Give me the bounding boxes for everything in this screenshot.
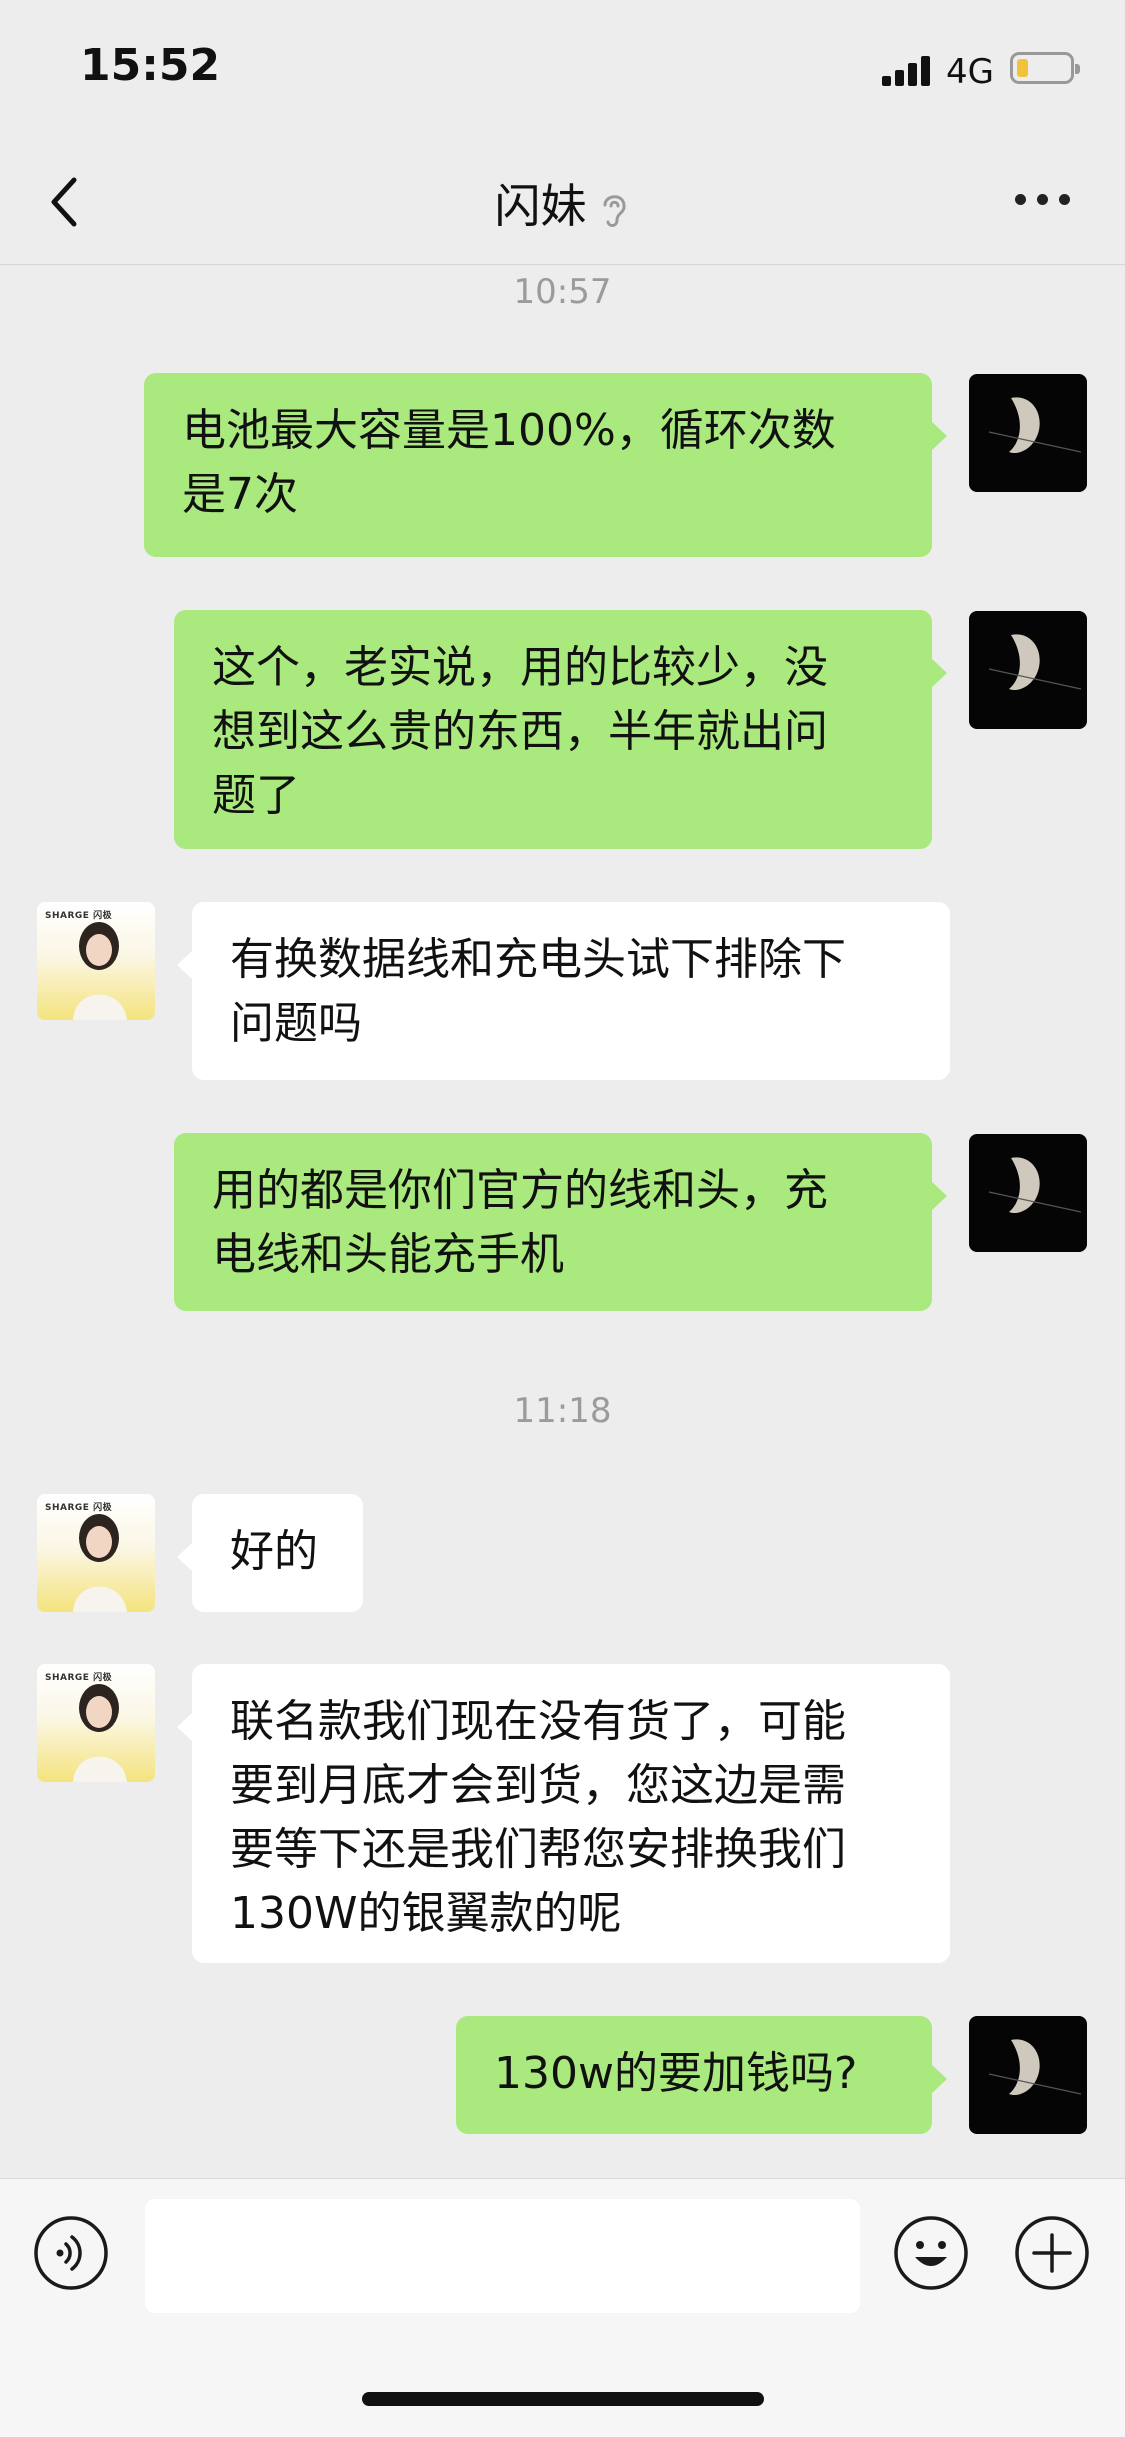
voice-icon bbox=[34, 2216, 108, 2290]
message-bubble-received[interactable]: 有换数据线和充电头试下排除下 问题吗 bbox=[177, 902, 950, 1080]
moon-avatar-image bbox=[988, 2039, 1082, 2096]
message-line: 要到月底才会到货，您这边是需 bbox=[230, 1760, 846, 1811]
timestamp: 10:57 bbox=[513, 272, 612, 312]
message-line: 电池最大容量是100%，循环次数 bbox=[182, 405, 836, 456]
message-bubble-received[interactable]: 联名款我们现在没有货了，可能 要到月底才会到货，您这边是需 要等下还是我们帮您安… bbox=[177, 1664, 950, 1963]
message-line: 130w的要加钱吗? bbox=[494, 2048, 858, 2099]
battery-level-fill bbox=[1017, 59, 1028, 77]
plus-icon bbox=[1015, 2216, 1089, 2290]
avatar-brand-text: SHARGE 闪极 bbox=[45, 1503, 113, 1513]
status-bar: 15:52 4G bbox=[0, 0, 1125, 140]
my-avatar[interactable] bbox=[969, 2016, 1087, 2134]
chat-title-wrap: 闪妹 bbox=[0, 170, 1125, 236]
message-line: 想到这么贵的东西，半年就出问 bbox=[212, 706, 828, 757]
message-input[interactable] bbox=[145, 2199, 860, 2313]
chat-header: 闪妹 bbox=[0, 140, 1125, 265]
my-avatar[interactable] bbox=[969, 611, 1087, 729]
ear-icon bbox=[603, 194, 626, 227]
message-bubble-sent[interactable]: 用的都是你们官方的线和头，充 电线和头能充手机 bbox=[174, 1133, 947, 1311]
message-line: 电线和头能充手机 bbox=[212, 1229, 564, 1280]
moon-avatar-image bbox=[988, 1157, 1082, 1214]
my-avatar[interactable] bbox=[969, 1134, 1087, 1252]
avatar-brand-text: SHARGE 闪极 bbox=[45, 1673, 113, 1683]
message-line: 问题吗 bbox=[230, 998, 362, 1049]
emoji-icon bbox=[894, 2216, 968, 2290]
message-line: 题了 bbox=[212, 770, 300, 821]
avatar-brand-text: SHARGE 闪极 bbox=[45, 911, 113, 921]
message-line: 有换数据线和充电头试下排除下 bbox=[230, 934, 846, 985]
chat-title: 闪妹 bbox=[494, 179, 587, 233]
contact-avatar[interactable]: SHARGE 闪极 bbox=[37, 902, 155, 1020]
signal-icon bbox=[882, 56, 934, 86]
message-line: 用的都是你们官方的线和头，充 bbox=[212, 1165, 828, 1216]
my-avatar[interactable] bbox=[969, 374, 1087, 492]
message-bubble-sent[interactable]: 130w的要加钱吗? bbox=[456, 2016, 947, 2134]
contact-avatar[interactable]: SHARGE 闪极 bbox=[37, 1664, 155, 1782]
message-line: 好的 bbox=[230, 1526, 318, 1577]
message-line: 联名款我们现在没有货了，可能 bbox=[230, 1696, 846, 1747]
contact-avatar[interactable]: SHARGE 闪极 bbox=[37, 1494, 155, 1612]
message-line: 这个，老实说，用的比较少，没 bbox=[212, 642, 828, 693]
home-indicator[interactable] bbox=[362, 2392, 764, 2406]
battery-icon bbox=[1010, 52, 1080, 84]
message-bubble-sent[interactable]: 这个，老实说，用的比较少，没 想到这么贵的东西，半年就出问 题了 bbox=[174, 610, 947, 849]
message-line: 130W的银翼款的呢 bbox=[230, 1888, 622, 1939]
moon-avatar-image bbox=[988, 634, 1082, 691]
status-time: 15:52 bbox=[80, 40, 221, 91]
message-line: 是7次 bbox=[182, 469, 298, 520]
message-bubble-sent[interactable]: 电池最大容量是100%，循环次数 是7次 bbox=[144, 373, 947, 557]
more-button[interactable] bbox=[1015, 190, 1071, 210]
message-bubble-received[interactable]: 好的 bbox=[177, 1494, 363, 1612]
network-type: 4G bbox=[946, 52, 994, 92]
emoji-button[interactable] bbox=[893, 2215, 969, 2291]
moon-avatar-image bbox=[988, 397, 1082, 454]
plus-button[interactable] bbox=[1014, 2215, 1090, 2291]
voice-button[interactable] bbox=[33, 2215, 109, 2291]
message-line: 要等下还是我们帮您安排换我们 bbox=[230, 1824, 846, 1875]
timestamp: 11:18 bbox=[513, 1391, 612, 1431]
